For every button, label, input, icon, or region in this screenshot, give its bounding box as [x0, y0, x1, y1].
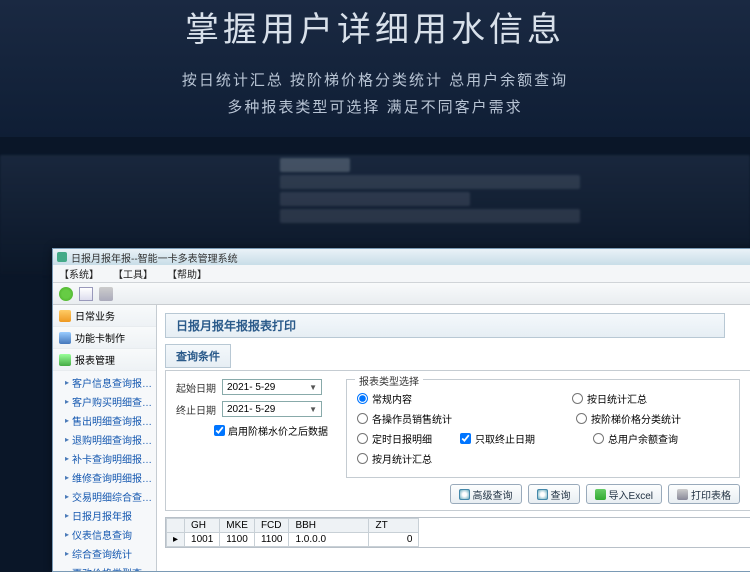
col-gh[interactable]: GH: [185, 519, 220, 533]
main-panel: 日报月报年报报表打印 查询条件 起始日期 2021- 5-29▼ 终止日期 20…: [157, 305, 750, 571]
sidebar-cat-daily[interactable]: 日常业务: [53, 305, 156, 327]
tier-checkbox[interactable]: [214, 425, 225, 436]
row-marker: ▸: [167, 533, 185, 547]
run-icon[interactable]: [59, 287, 73, 301]
report-icon: [59, 354, 71, 366]
query-button[interactable]: 查询: [528, 484, 580, 504]
hero-banner: 掌握用户详细用水信息 按日统计汇总 按阶梯价格分类统计 总用户余额查询 多种报表…: [0, 0, 750, 137]
sidebar-cat-report[interactable]: 报表管理: [53, 349, 156, 371]
search-icon: [537, 489, 548, 500]
tree-item[interactable]: 综合查询统计: [63, 544, 156, 563]
radio-tier[interactable]: 按阶梯价格分类统计: [576, 411, 681, 426]
app-icon: [57, 252, 67, 262]
chevron-down-icon: ▼: [309, 405, 317, 414]
table-row[interactable]: ▸ 1001 1100 1100 1.0.0.0 0: [167, 533, 419, 547]
sidebar-cat-card[interactable]: 功能卡制作: [53, 327, 156, 349]
radio-normal[interactable]: 常规内容: [357, 391, 412, 406]
adv-query-button[interactable]: 高级查询: [450, 484, 522, 504]
print-icon[interactable]: [99, 287, 113, 301]
app-window: 日报月报年报--智能一卡多表管理系统 【系统】 【工具】 【帮助】 日常业务 功…: [52, 248, 750, 572]
start-date-input[interactable]: 2021- 5-29▼: [222, 379, 322, 395]
result-grid[interactable]: GH MKE FCD BBH ZT ▸ 1001 1100 1100 1.0.0…: [165, 517, 750, 548]
start-date-label: 起始日期: [176, 380, 216, 395]
cond-title: 查询条件: [165, 344, 231, 368]
window-title: 日报月报年报--智能一卡多表管理系统: [71, 250, 238, 265]
fieldset-legend: 报表类型选择: [355, 373, 423, 388]
tree-item[interactable]: 日报月报年报: [63, 506, 156, 525]
tree-item[interactable]: 补卡查询明细报…: [63, 449, 156, 468]
menu-help[interactable]: 【帮助】: [167, 266, 207, 281]
menubar: 【系统】 【工具】 【帮助】: [53, 265, 750, 283]
menu-tools[interactable]: 【工具】: [113, 266, 153, 281]
radio-timed[interactable]: 定时日报明细: [357, 431, 432, 446]
panel-title: 日报月报年报报表打印: [165, 313, 725, 338]
check-enddate[interactable]: 只取终止日期: [460, 431, 535, 446]
search-icon: [459, 489, 470, 500]
print-table-button[interactable]: 打印表格: [668, 484, 740, 504]
col-fcd[interactable]: FCD: [254, 519, 289, 533]
tree-item[interactable]: 仪表信息查询: [63, 525, 156, 544]
tree-item[interactable]: 售出明细查询报…: [63, 411, 156, 430]
titlebar[interactable]: 日报月报年报--智能一卡多表管理系统: [53, 249, 750, 265]
tree-item[interactable]: 更改价格类型查…: [63, 563, 156, 571]
calendar-icon: [59, 310, 71, 322]
tree-item[interactable]: 维修查询明细报…: [63, 468, 156, 487]
printer-icon: [677, 489, 688, 500]
button-row: 高级查询 查询 导入Excel 打印表格: [176, 484, 740, 504]
excel-icon: [595, 489, 606, 500]
tree-item[interactable]: 交易明细综合查…: [63, 487, 156, 506]
hero-title: 掌握用户详细用水信息: [0, 0, 750, 51]
report-type-fieldset: 报表类型选择 常规内容 按日统计汇总 各操作员销售统计 按阶梯价格分类统计 定时…: [346, 379, 740, 478]
hero-line2: 多种报表类型可选择 满足不同客户需求: [0, 96, 750, 117]
radio-monthly[interactable]: 按月统计汇总: [357, 451, 432, 466]
tier-label: 启用阶梯水价之后数据: [228, 423, 328, 438]
end-date-label: 终止日期: [176, 402, 216, 417]
toolbar: [53, 283, 750, 305]
tree-item[interactable]: 客户购买明细查…: [63, 392, 156, 411]
export-excel-button[interactable]: 导入Excel: [586, 484, 662, 504]
col-zt[interactable]: ZT: [369, 519, 419, 533]
sidebar-tree: 客户信息查询报… 客户购买明细查… 售出明细查询报… 退购明细查询报… 补卡查询…: [53, 371, 156, 571]
chevron-down-icon: ▼: [309, 383, 317, 392]
hero-line1: 按日统计汇总 按阶梯价格分类统计 总用户余额查询: [0, 69, 750, 90]
col-bbh[interactable]: BBH: [289, 519, 369, 533]
query-form: 起始日期 2021- 5-29▼ 终止日期 2021- 5-29▼ 启用阶梯水价…: [165, 370, 750, 511]
radio-daily[interactable]: 按日统计汇总: [572, 391, 647, 406]
doc-icon[interactable]: [79, 287, 93, 301]
tree-item[interactable]: 退购明细查询报…: [63, 430, 156, 449]
sidebar: 日常业务 功能卡制作 报表管理 客户信息查询报… 客户购买明细查… 售出明细查询…: [53, 305, 157, 571]
radio-operator[interactable]: 各操作员销售统计: [357, 411, 452, 426]
col-mke[interactable]: MKE: [220, 519, 255, 533]
grid-corner: [167, 519, 185, 533]
card-icon: [59, 332, 71, 344]
tree-item[interactable]: 客户信息查询报…: [63, 373, 156, 392]
menu-system[interactable]: 【系统】: [59, 266, 99, 281]
end-date-input[interactable]: 2021- 5-29▼: [222, 401, 322, 417]
radio-balance[interactable]: 总用户余额查询: [593, 431, 678, 446]
